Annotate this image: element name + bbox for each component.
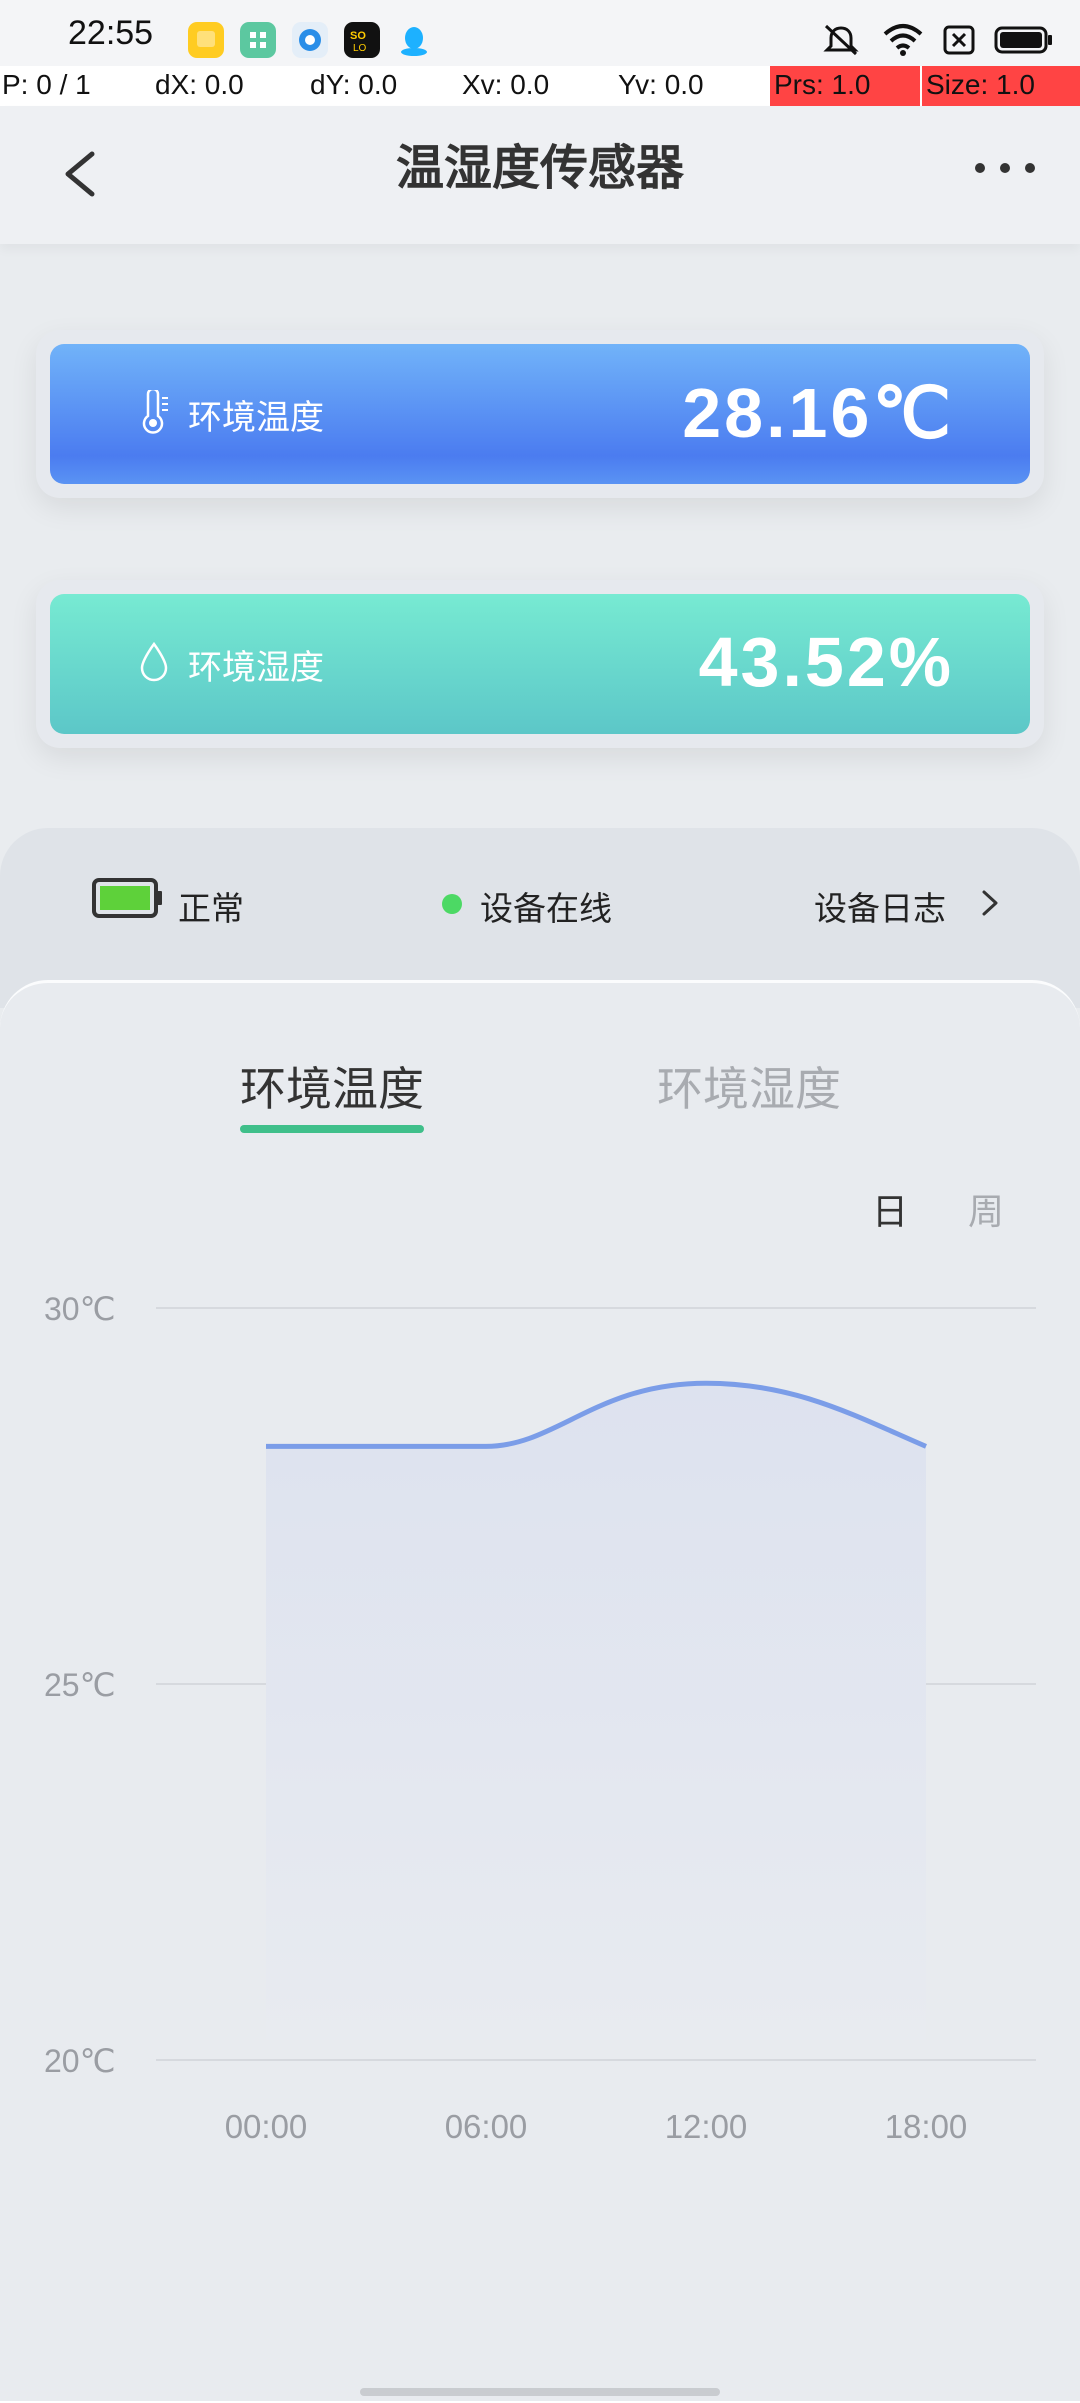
home-indicator[interactable] <box>360 2388 720 2396</box>
mute-bell-icon <box>818 22 864 58</box>
grid-app-icon <box>240 22 276 58</box>
page-title: 温湿度传感器 <box>0 128 1080 198</box>
x-tick-label: 00:00 <box>225 2108 308 2145</box>
notes-app-icon <box>188 22 224 58</box>
online-status-text: 设备在线 <box>480 882 612 930</box>
pointer-count: P: 0 / 1 <box>2 69 91 101</box>
device-log-link[interactable]: 设备日志 <box>814 882 946 930</box>
chevron-right-icon[interactable] <box>980 888 1000 918</box>
pointer-xv: Xv: 0.0 <box>462 69 549 101</box>
battery-status-icon <box>92 878 164 918</box>
humidity-label: 环境湿度 <box>188 640 324 689</box>
pointer-location-overlay: P: 0 / 1 dX: 0.0 dY: 0.0 Xv: 0.0 Yv: 0.0… <box>0 66 1080 106</box>
more-button[interactable] <box>970 156 1040 186</box>
temperature-card-body: 环境温度 28.16℃ <box>50 344 1030 484</box>
temperature-card: 环境温度 28.16℃ <box>36 330 1044 498</box>
battery-icon <box>994 22 1054 58</box>
temperature-label: 环境温度 <box>188 390 324 439</box>
water-drop-icon <box>138 640 170 684</box>
tab-temperature[interactable]: 环境温度 <box>240 1053 424 1119</box>
x-tick-label: 06:00 <box>445 2108 528 2145</box>
pointer-dx: dX: 0.0 <box>155 69 244 101</box>
y-tick-label: 25℃ <box>44 1667 116 1703</box>
x-tick-label: 12:00 <box>665 2108 748 2145</box>
svg-text:LO: LO <box>353 43 367 54</box>
humidity-card-body: 环境湿度 43.52% <box>50 594 1030 734</box>
history-panel: 环境温度 环境湿度 日 周 30℃ 25℃ 20℃ 00:00 06:00 12:00 18… <box>0 980 1080 2403</box>
pointer-size: Size: 1.0 <box>922 66 1080 106</box>
qq-app-icon <box>396 22 432 58</box>
app-header: 温湿度传感器 <box>0 106 1080 244</box>
browser-app-icon <box>292 22 328 58</box>
no-sim-icon <box>942 22 976 58</box>
temperature-value: 28.16℃ <box>682 372 954 454</box>
temperature-history-chart: 30℃ 25℃ 20℃ 00:00 06:00 12:00 18:00 <box>0 1243 1080 2203</box>
pointer-dy: dY: 0.0 <box>310 69 397 101</box>
range-day-button[interactable]: 日 <box>872 1183 908 1235</box>
wifi-icon <box>882 22 924 58</box>
range-week-button[interactable]: 周 <box>968 1183 1004 1235</box>
humidity-value: 43.52% <box>699 622 954 702</box>
y-tick-label: 20℃ <box>44 2043 116 2079</box>
series-area <box>266 1383 926 2040</box>
x-tick-label: 18:00 <box>885 2108 968 2145</box>
status-icons <box>818 20 1054 60</box>
pointer-pressure: Prs: 1.0 <box>770 66 920 106</box>
tab-humidity[interactable]: 环境湿度 <box>657 1053 841 1119</box>
solo-app-icon: SOLO <box>344 22 380 58</box>
pointer-yv: Yv: 0.0 <box>618 69 704 101</box>
thermometer-icon <box>138 390 170 434</box>
battery-status-text: 正常 <box>178 882 244 930</box>
online-status-dot <box>442 894 462 914</box>
humidity-card: 环境湿度 43.52% <box>36 580 1044 748</box>
status-time: 22:55 <box>68 14 153 53</box>
active-tab-indicator <box>240 1125 424 1133</box>
more-dots-icon <box>970 156 1040 186</box>
svg-text:SO: SO <box>350 30 366 42</box>
status-bar: 22:55 SOLO <box>0 0 1080 70</box>
y-tick-label: 30℃ <box>44 1291 116 1327</box>
